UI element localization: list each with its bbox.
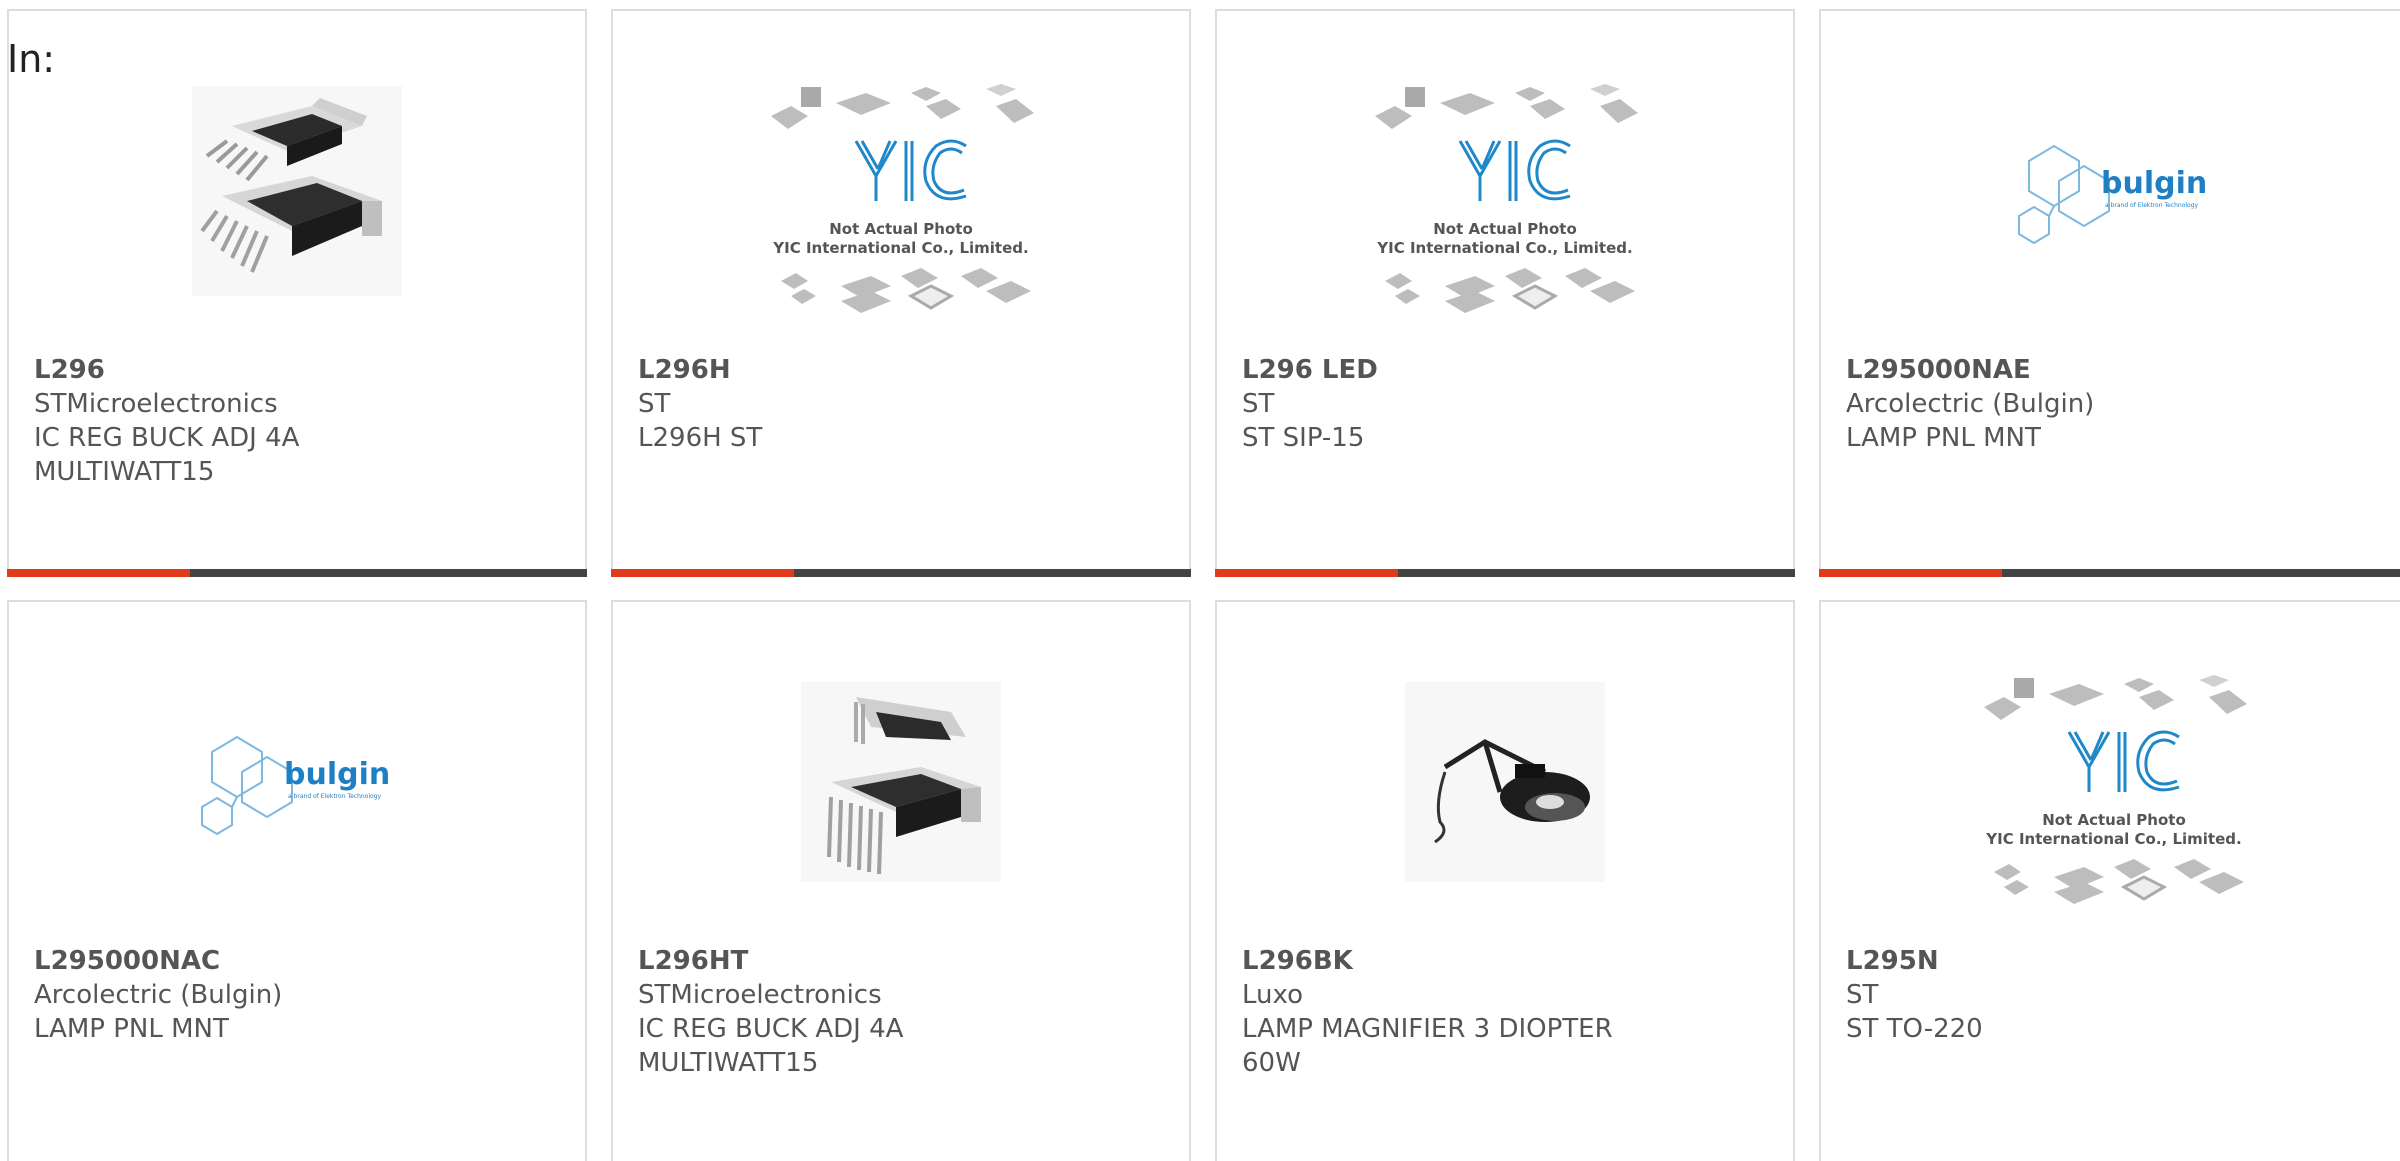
card-accent-bar <box>611 569 1191 577</box>
description: IC REG BUCK ADJ 4A <box>638 1014 904 1044</box>
manufacturer: Arcolectric (Bulgin) <box>34 980 283 1010</box>
product-info: L296H ST L296H ST <box>638 353 1169 455</box>
bulgin-logo-image: bulgin a brand of Elektron Technology <box>1821 111 2400 271</box>
part-number[interactable]: L296H <box>638 353 1169 387</box>
product-card[interactable]: L296HT STMicroelectronics IC REG BUCK AD… <box>611 600 1191 1161</box>
filter-label: In: <box>7 37 56 81</box>
part-number[interactable]: L295N <box>1846 944 2387 978</box>
description-line-2: MULTIWATT15 <box>638 1048 819 1078</box>
svg-text:bulgin: bulgin <box>2101 166 2207 201</box>
product-card[interactable]: L296 STMicroelectronics IC REG BUCK ADJ … <box>7 9 587 577</box>
svg-text:YIC International Co., Limited: YIC International Co., Limited. <box>772 239 1028 257</box>
manufacturer: Arcolectric (Bulgin) <box>1846 389 2095 419</box>
product-info: L296 LED ST ST SIP-15 <box>1242 353 1773 455</box>
multiwatt-ic-image <box>613 672 1189 892</box>
product-card[interactable]: L296BK Luxo LAMP MAGNIFIER 3 DIOPTER 60W <box>1215 600 1795 1161</box>
card-accent-bar <box>7 569 587 577</box>
part-number[interactable]: L295000NAC <box>34 944 565 978</box>
description-line-2: 60W <box>1242 1048 1301 1078</box>
part-number[interactable]: L295000NAE <box>1846 353 2387 387</box>
description-line-2: MULTIWATT15 <box>34 457 215 487</box>
part-number[interactable]: L296HT <box>638 944 1169 978</box>
manufacturer: ST <box>1846 980 1879 1010</box>
product-info: L295N ST ST TO-220 <box>1846 944 2387 1046</box>
yic-placeholder-image: Not Actual Photo YIC International Co., … <box>1217 71 1793 331</box>
manufacturer: ST <box>638 389 671 419</box>
svg-text:Not Actual Photo: Not Actual Photo <box>829 220 973 238</box>
yic-placeholder-image: Not Actual Photo YIC International Co., … <box>1821 662 2400 922</box>
manufacturer: STMicroelectronics <box>34 389 278 419</box>
description: L296H ST <box>638 423 763 453</box>
svg-text:Not Actual Photo: Not Actual Photo <box>1433 220 1577 238</box>
svg-text:YIC International Co., Limited: YIC International Co., Limited. <box>1376 239 1632 257</box>
product-info: L295000NAE Arcolectric (Bulgin) LAMP PNL… <box>1846 353 2387 455</box>
product-info: L295000NAC Arcolectric (Bulgin) LAMP PNL… <box>34 944 565 1046</box>
svg-text:a brand of Elektron Technology: a brand of Elektron Technology <box>2105 202 2198 209</box>
part-number[interactable]: L296 LED <box>1242 353 1773 387</box>
product-card[interactable]: Not Actual Photo YIC International Co., … <box>611 9 1191 577</box>
description: LAMP PNL MNT <box>1846 423 2041 453</box>
card-accent-bar <box>1819 569 2400 577</box>
card-accent-bar <box>1215 569 1795 577</box>
product-card[interactable]: Not Actual Photo YIC International Co., … <box>1215 9 1795 577</box>
magnifier-lamp-image <box>1217 672 1793 892</box>
manufacturer: Luxo <box>1242 980 1304 1010</box>
part-number[interactable]: L296 <box>34 353 565 387</box>
product-results-page: In: L296 STMicroelectronics IC REG BUCK … <box>0 0 2400 1161</box>
manufacturer: ST <box>1242 389 1275 419</box>
product-info: L296BK Luxo LAMP MAGNIFIER 3 DIOPTER 60W <box>1242 944 1773 1080</box>
part-number[interactable]: L296BK <box>1242 944 1773 978</box>
manufacturer: STMicroelectronics <box>638 980 882 1010</box>
product-info: L296HT STMicroelectronics IC REG BUCK AD… <box>638 944 1169 1080</box>
product-info: L296 STMicroelectronics IC REG BUCK ADJ … <box>34 353 565 489</box>
bulgin-logo-image: bulgin a brand of Elektron Technology <box>9 702 585 862</box>
product-card[interactable]: bulgin a brand of Elektron Technology L2… <box>7 600 587 1161</box>
description: ST SIP-15 <box>1242 423 1365 453</box>
product-card[interactable]: Not Actual Photo YIC International Co., … <box>1819 600 2400 1161</box>
product-card[interactable]: bulgin a brand of Elektron Technology L2… <box>1819 9 2400 577</box>
multiwatt-ic-image <box>9 81 585 301</box>
svg-text:Not Actual Photo: Not Actual Photo <box>2042 811 2186 829</box>
svg-text:YIC International Co., Limited: YIC International Co., Limited. <box>1985 830 2241 848</box>
description: ST TO-220 <box>1846 1014 1983 1044</box>
description: LAMP PNL MNT <box>34 1014 229 1044</box>
svg-text:a brand of Elektron Technology: a brand of Elektron Technology <box>288 793 381 800</box>
description: LAMP MAGNIFIER 3 DIOPTER <box>1242 1014 1613 1044</box>
svg-text:bulgin: bulgin <box>284 757 390 792</box>
yic-placeholder-image: Not Actual Photo YIC International Co., … <box>613 71 1189 331</box>
description: IC REG BUCK ADJ 4A <box>34 423 300 453</box>
